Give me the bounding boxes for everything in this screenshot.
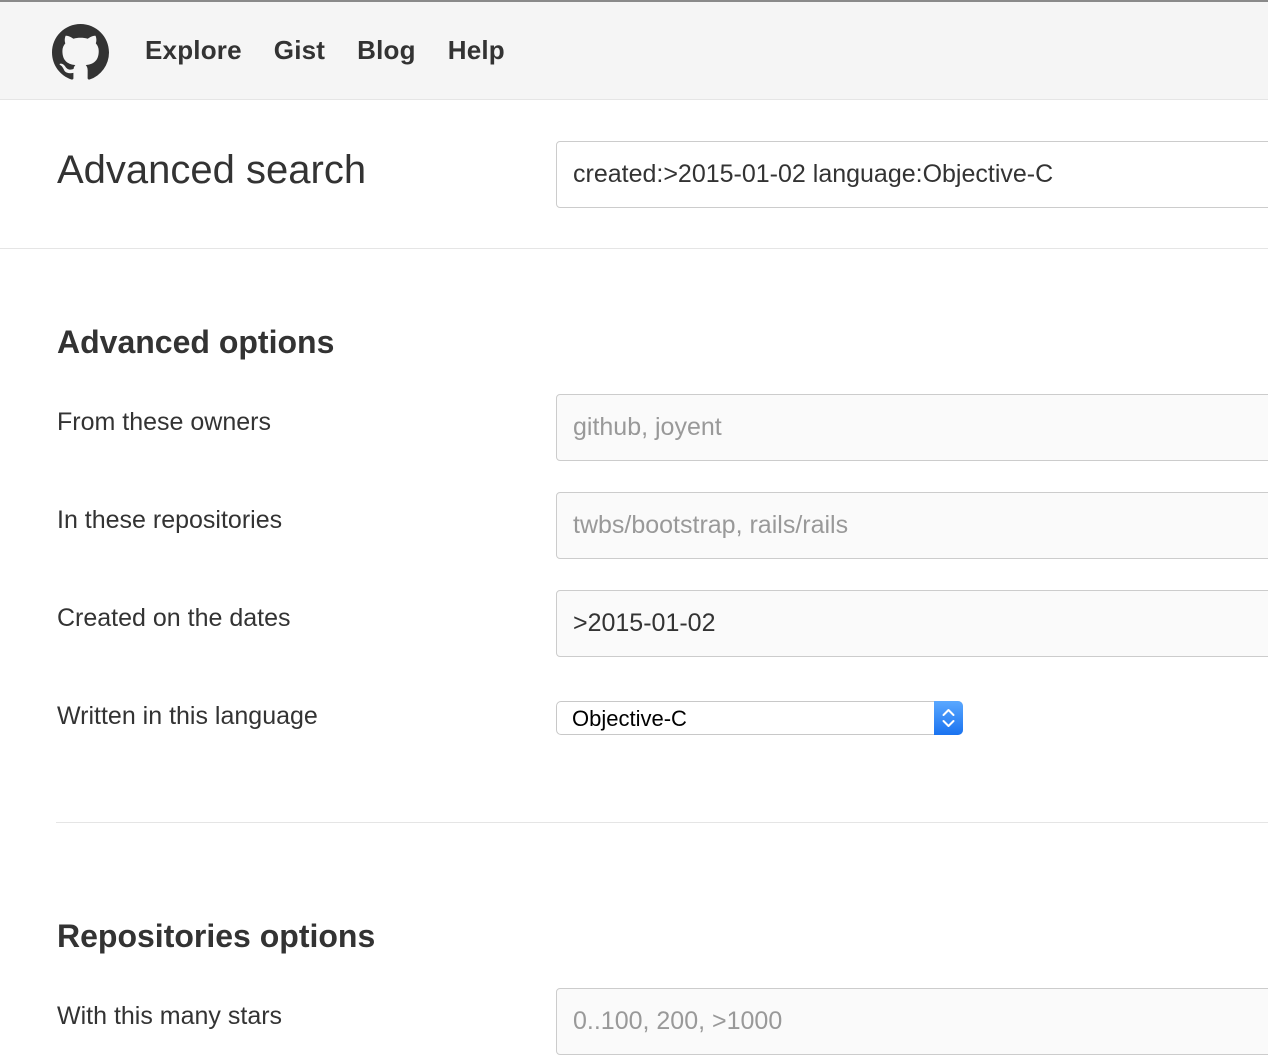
github-logo-icon[interactable]: [52, 24, 109, 81]
main-nav: Explore Gist Blog Help: [145, 32, 537, 68]
nav-gist-link[interactable]: Gist: [274, 35, 325, 66]
stars-label: With this many stars: [57, 1002, 283, 1030]
search-row: Advanced search: [0, 100, 1268, 249]
dates-label: Created on the dates: [57, 604, 291, 632]
owners-input[interactable]: [556, 394, 1268, 461]
repositories-options-heading: Repositories options: [57, 918, 376, 954]
language-select-value: Objective-C: [572, 706, 687, 731]
advanced-options-heading: Advanced options: [57, 324, 335, 360]
section-divider: [56, 822, 1268, 823]
nav-explore-link[interactable]: Explore: [145, 35, 242, 66]
repositories-label: In these repositories: [57, 506, 283, 534]
site-header: Explore Gist Blog Help: [0, 0, 1268, 100]
search-query-input[interactable]: [556, 141, 1268, 208]
language-select[interactable]: Objective-C: [556, 701, 963, 735]
nav-help-link[interactable]: Help: [448, 35, 505, 66]
language-label: Written in this language: [57, 702, 318, 730]
nav-blog-link[interactable]: Blog: [357, 35, 416, 66]
select-arrows-icon: [934, 701, 963, 735]
page-title: Advanced search: [57, 148, 367, 192]
dates-input[interactable]: [556, 590, 1268, 657]
repositories-input[interactable]: [556, 492, 1268, 559]
owners-label: From these owners: [57, 408, 271, 436]
stars-input[interactable]: [556, 988, 1268, 1055]
